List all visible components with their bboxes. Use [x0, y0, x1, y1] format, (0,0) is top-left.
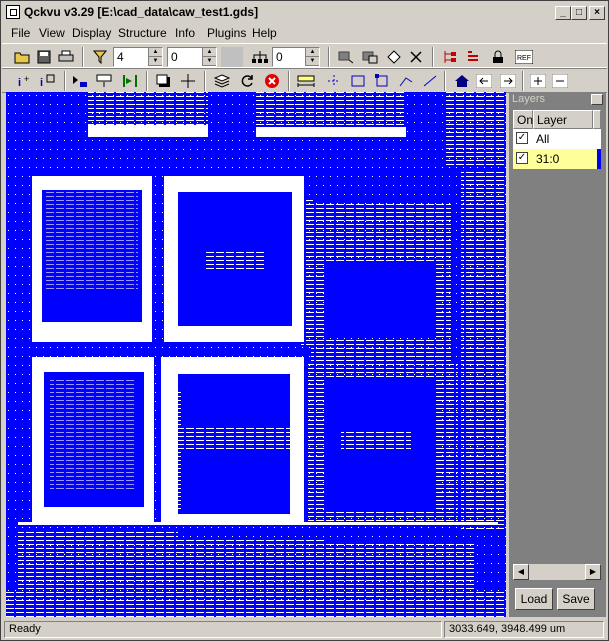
- menu-structure[interactable]: Structure: [118, 26, 167, 40]
- app-window: Qckvu v3.29 [E:\cad_data\caw_test1.gds] …: [0, 0, 609, 641]
- column-extra[interactable]: [593, 110, 601, 129]
- info-box-icon[interactable]: i: [38, 71, 58, 91]
- home-icon[interactable]: [452, 71, 472, 91]
- menu-plugins[interactable]: Plugins: [207, 26, 246, 40]
- app-icon: [6, 5, 20, 19]
- top-cell-icon[interactable]: [120, 71, 140, 91]
- svg-text:i: i: [18, 77, 21, 88]
- layer-row-all[interactable]: ✓ All: [513, 129, 601, 149]
- draw-line-icon[interactable]: [420, 71, 440, 91]
- layer-table: On Layer ✓ All ✓ 31:0: [513, 110, 601, 568]
- select-window-icon[interactable]: [360, 47, 380, 67]
- maximize-button[interactable]: □: [571, 6, 587, 20]
- layer-name: All: [536, 132, 550, 146]
- layout-canvas[interactable]: [6, 92, 506, 617]
- toolbar-separator: [328, 47, 330, 67]
- column-on[interactable]: On: [513, 110, 533, 129]
- layer-name: 31:0: [536, 152, 560, 166]
- layer-table-header: On Layer: [513, 110, 601, 129]
- cursor-coordinates: 3033.649, 3948.499 um: [444, 621, 604, 638]
- svg-text:i: i: [40, 77, 43, 88]
- draw-square-icon[interactable]: [372, 71, 392, 91]
- menu-view[interactable]: View: [39, 26, 65, 40]
- hierarchy-icon[interactable]: [250, 47, 270, 67]
- layers-panel: Layers × On Layer ✓ All ✓ 31:0 ◀ ▶ Load …: [509, 92, 606, 617]
- reference-icon[interactable]: REF: [514, 47, 534, 67]
- filter-level-stepper[interactable]: 4 ▲ ▼: [113, 47, 163, 67]
- zoom-out-icon[interactable]: [550, 71, 570, 91]
- window-title: Qckvu v3.29 [E:\cad_data\caw_test1.gds]: [24, 5, 259, 19]
- push-into-icon[interactable]: [70, 71, 90, 91]
- menu-display[interactable]: Display: [72, 26, 111, 40]
- snap-grid-icon[interactable]: [324, 71, 344, 91]
- toolbar-separator: [432, 47, 434, 67]
- checkbox-31-0[interactable]: ✓: [516, 152, 528, 164]
- menu-file[interactable]: File: [11, 26, 30, 40]
- refresh-icon[interactable]: [238, 71, 258, 91]
- info-point-icon[interactable]: i +: [16, 71, 36, 91]
- minimize-button[interactable]: _: [555, 6, 571, 20]
- diamond-icon[interactable]: [384, 47, 404, 67]
- structure-list-icon[interactable]: [464, 47, 484, 67]
- layers-stack-icon[interactable]: [212, 71, 232, 91]
- column-layer[interactable]: Layer: [533, 110, 593, 129]
- toolbar-separator: [82, 47, 84, 67]
- layer-color-swatch: [597, 149, 601, 169]
- clear-x-icon[interactable]: [406, 47, 426, 67]
- measure-ruler-icon[interactable]: [296, 71, 316, 91]
- panel-close-icon[interactable]: ×: [591, 94, 603, 105]
- view-toolbar: i + i: [2, 67, 607, 93]
- stop-icon[interactable]: [262, 71, 282, 91]
- layer-row-31-0[interactable]: ✓ 31:0: [513, 149, 601, 169]
- svg-text:+: +: [24, 74, 29, 84]
- print-icon[interactable]: [56, 47, 76, 67]
- horizontal-scrollbar[interactable]: ◀ ▶: [513, 564, 601, 580]
- blank-button[interactable]: [221, 47, 243, 67]
- zoom-in-icon[interactable]: [528, 71, 548, 91]
- toolbar-separator: [64, 71, 66, 91]
- draw-path-icon[interactable]: [396, 71, 416, 91]
- scroll-left-icon[interactable]: ◀: [513, 564, 529, 580]
- save-disk-icon[interactable]: [34, 47, 54, 67]
- menu-info[interactable]: Info: [175, 26, 195, 40]
- open-folder-icon[interactable]: [12, 47, 32, 67]
- toolbar-separator: [146, 71, 148, 91]
- lock-icon[interactable]: [488, 47, 508, 67]
- filter-value-stepper[interactable]: 0 ▲ ▼: [167, 47, 217, 67]
- fill-toggle-icon[interactable]: [154, 71, 174, 91]
- toolbar-separator: [522, 71, 524, 91]
- toolbar-separator: [288, 71, 290, 91]
- status-bar: Ready 3033.649, 3948.499 um: [2, 620, 607, 639]
- load-button[interactable]: Load: [515, 588, 553, 610]
- pop-out-icon[interactable]: [94, 71, 114, 91]
- draw-box-icon[interactable]: [348, 71, 368, 91]
- close-button[interactable]: ×: [589, 6, 605, 20]
- scroll-right-icon[interactable]: ▶: [585, 564, 601, 580]
- menu-help[interactable]: Help: [252, 26, 277, 40]
- forward-arrow-icon[interactable]: [498, 71, 518, 91]
- title-bar: Qckvu v3.29 [E:\cad_data\caw_test1.gds] …: [2, 2, 607, 22]
- svg-text:REF: REF: [517, 55, 531, 62]
- depth-stepper[interactable]: 0 ▲ ▼: [272, 47, 320, 67]
- save-button[interactable]: Save: [557, 588, 595, 610]
- main-toolbar: 4 ▲ ▼ 0 ▲ ▼ 0 ▲ ▼ REF: [2, 43, 607, 69]
- toolbar-separator: [444, 71, 446, 91]
- filter-funnel-icon[interactable]: [90, 47, 110, 67]
- tree-icon[interactable]: [440, 47, 460, 67]
- menu-bar: File View Display Structure Info Plugins…: [2, 23, 607, 42]
- status-text: Ready: [4, 621, 442, 638]
- layers-panel-title: Layers ×: [509, 92, 606, 108]
- select-box-icon[interactable]: [336, 47, 356, 67]
- crosshair-icon[interactable]: [178, 71, 198, 91]
- layout-geometry: [6, 92, 506, 617]
- back-arrow-icon[interactable]: [474, 71, 494, 91]
- toolbar-separator: [204, 71, 206, 91]
- checkbox-all[interactable]: ✓: [516, 132, 528, 144]
